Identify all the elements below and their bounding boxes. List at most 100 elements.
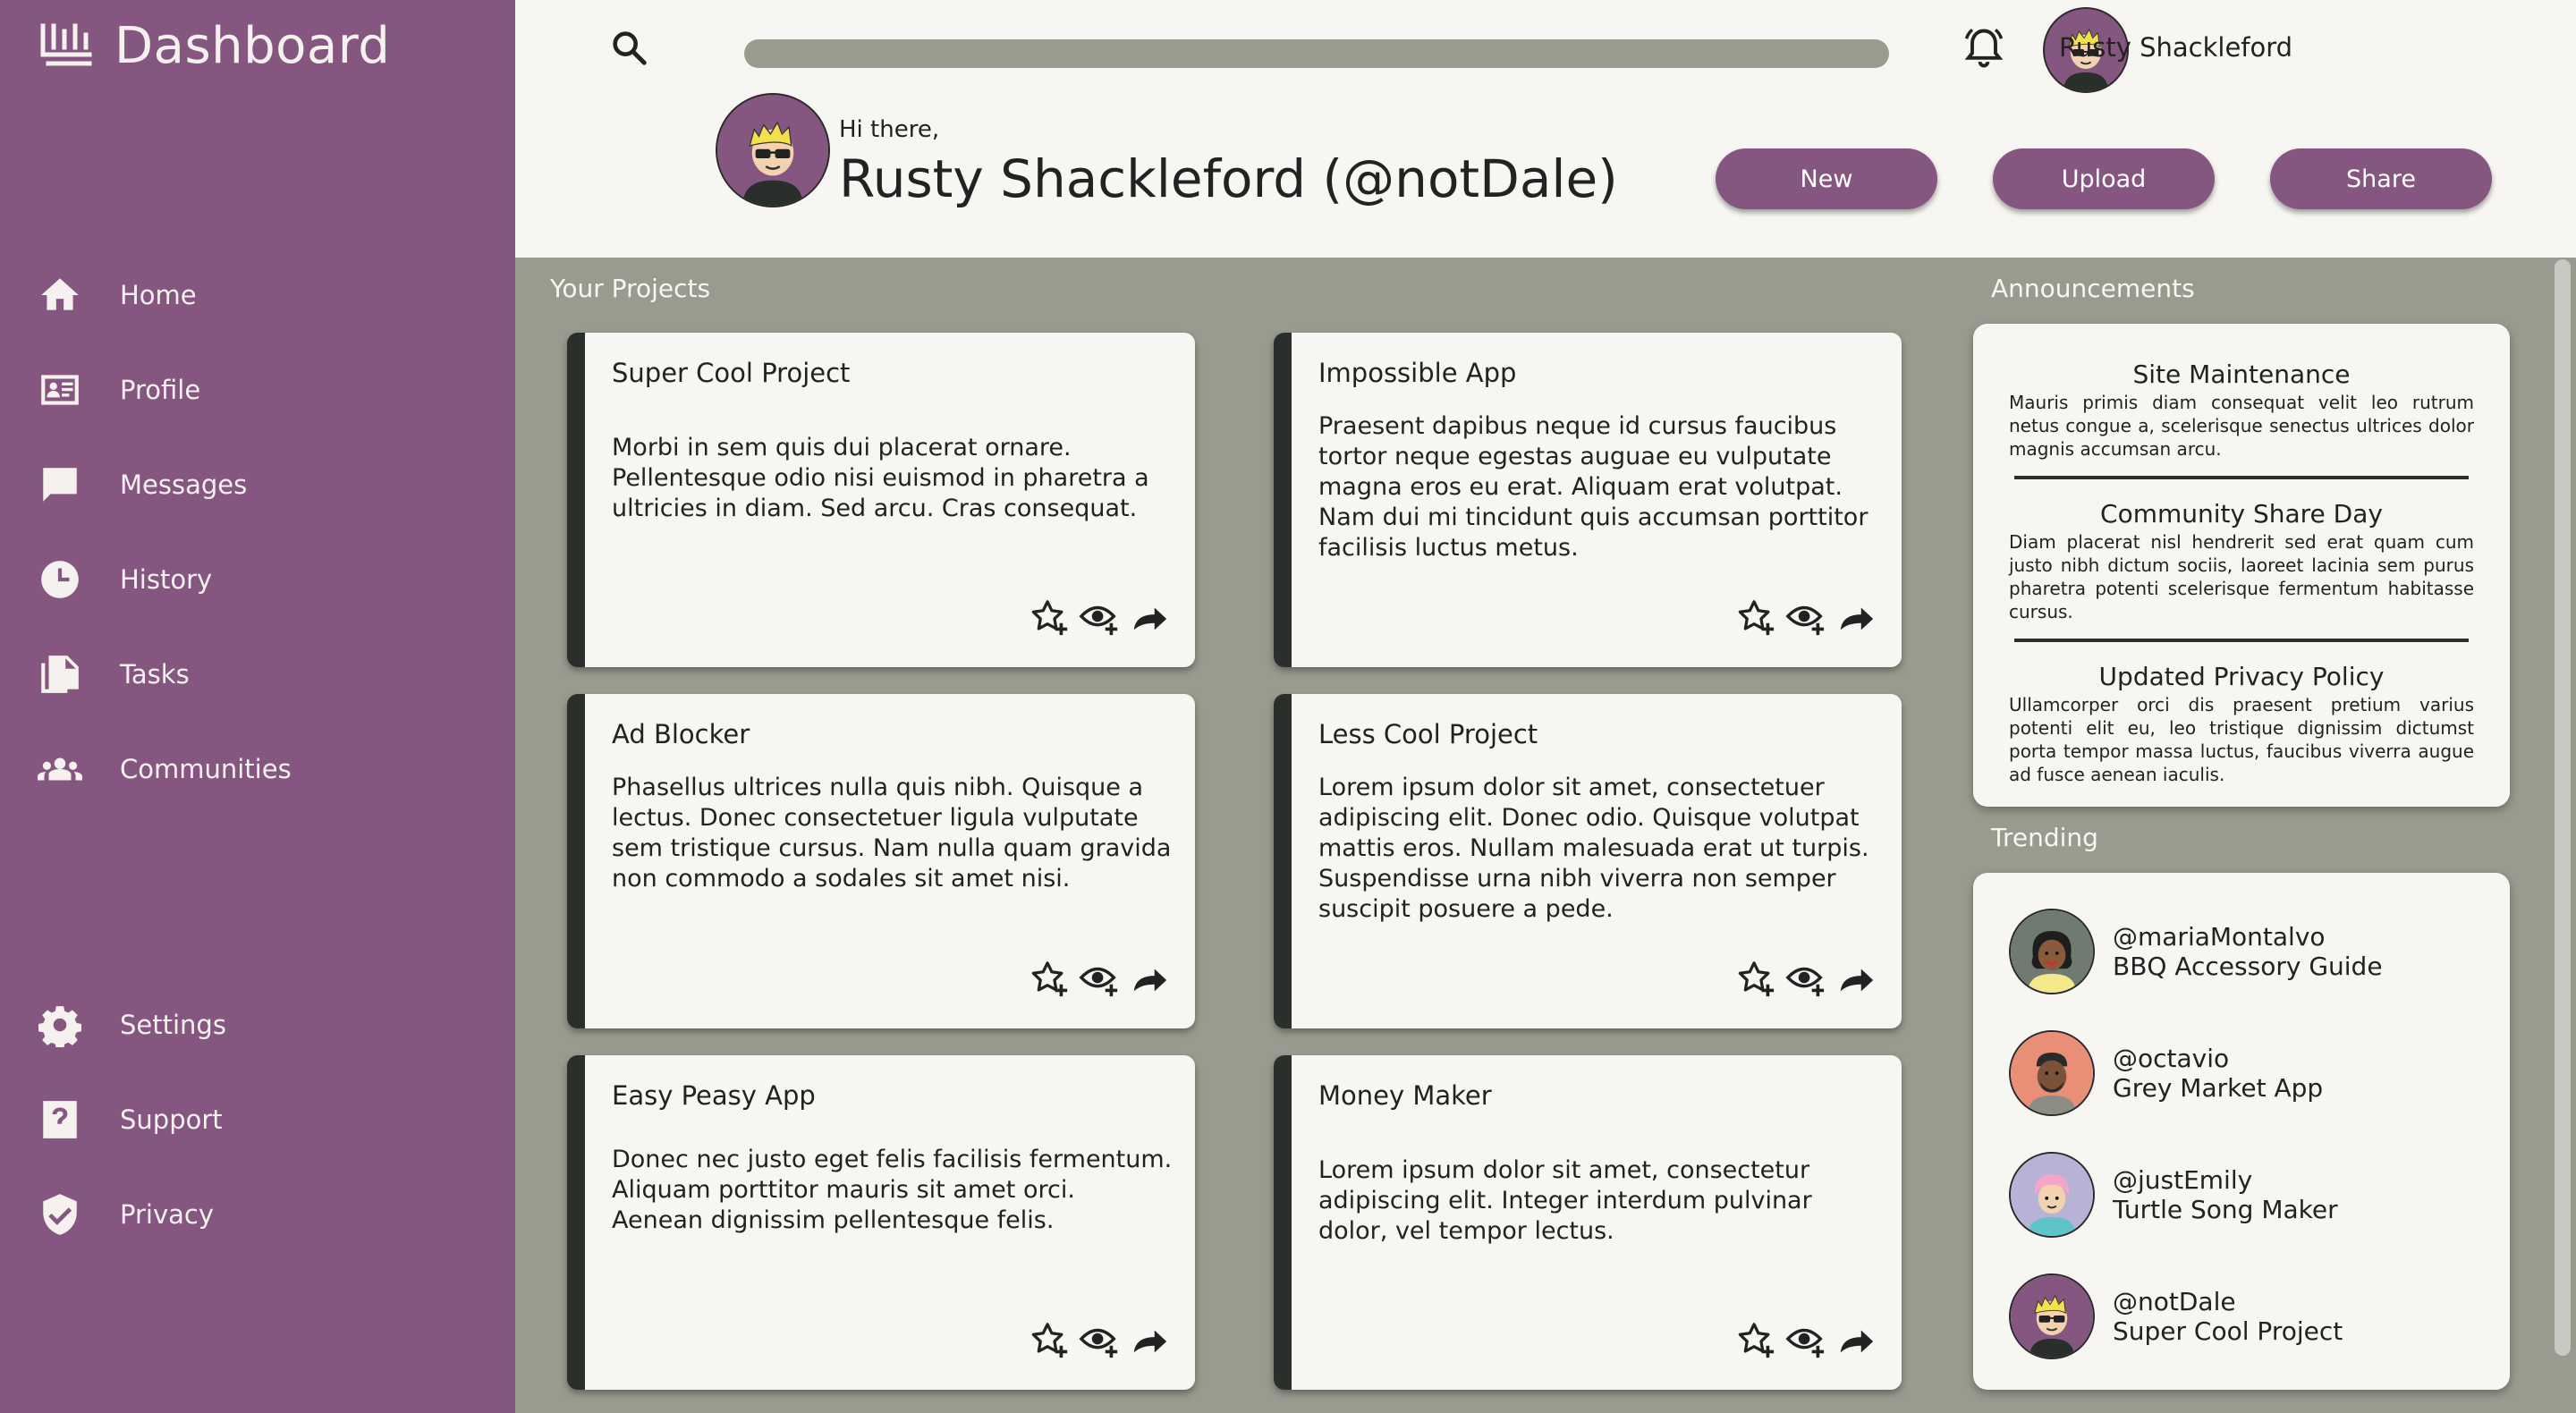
- greeting-text: Hi there,: [839, 116, 940, 143]
- project-card[interactable]: Money Maker Lorem ipsum dolor sit amet, …: [1274, 1055, 1902, 1390]
- sidebar-item-label: Support: [120, 1104, 223, 1135]
- sidebar-item-communities[interactable]: Communities: [38, 742, 292, 796]
- watch-add-icon[interactable]: [1785, 1320, 1826, 1361]
- share-arrow-icon[interactable]: [1835, 1320, 1877, 1361]
- user-avatar-icon: [2011, 1032, 2093, 1114]
- new-button[interactable]: New: [1716, 148, 1937, 209]
- announcements-panel: Site Maintenance Mauris primis diam cons…: [1973, 324, 2510, 807]
- project-title: Less Cool Project: [1318, 719, 1538, 749]
- announcement-body: Mauris primis diam consequat velit leo r…: [2009, 392, 2474, 460]
- project-title: Easy Peasy App: [612, 1080, 816, 1111]
- dashboard-logo-icon: [40, 23, 92, 66]
- card-actions: [1029, 959, 1170, 1000]
- divider: [2014, 476, 2469, 479]
- gear-icon: [38, 1006, 81, 1047]
- project-card[interactable]: Super Cool Project Morbi in sem quis dui…: [567, 333, 1195, 667]
- share-arrow-icon[interactable]: [1129, 597, 1170, 639]
- message-icon: [43, 468, 77, 502]
- trending-item[interactable]: @mariaMontalvo BBQ Accessory Guide: [2009, 909, 2383, 994]
- sidebar-item-messages[interactable]: Messages: [38, 458, 247, 512]
- avatar: [2009, 909, 2095, 994]
- trending-handle: @octavio: [2113, 1044, 2230, 1073]
- star-add-icon[interactable]: [1029, 959, 1070, 1000]
- sidebar-item-label: Messages: [120, 470, 248, 500]
- card-actions: [1029, 1320, 1170, 1361]
- trending-handle: @notDale: [2113, 1287, 2236, 1316]
- sidebar-item-profile[interactable]: Profile: [38, 363, 200, 417]
- sidebar: Dashboard Home Profile Messages History …: [0, 0, 515, 1413]
- announcement-body: Diam placerat nisl hendrerit sed erat qu…: [2009, 531, 2474, 622]
- project-description: Phasellus ultrices nulla quis nibh. Quis…: [612, 774, 1172, 893]
- upload-button[interactable]: Upload: [1993, 148, 2215, 209]
- search-icon[interactable]: [608, 27, 649, 68]
- trending-project: Grey Market App: [2113, 1073, 2324, 1103]
- project-card[interactable]: Easy Peasy App Donec nec justo eget feli…: [567, 1055, 1195, 1390]
- scrollbar[interactable]: [2555, 259, 2571, 1356]
- watch-add-icon[interactable]: [1079, 597, 1120, 639]
- sidebar-item-label: Settings: [120, 1010, 226, 1040]
- announcement-title: Site Maintenance: [2132, 360, 2351, 389]
- search-input[interactable]: [744, 39, 1889, 68]
- user-avatar-icon: [717, 95, 828, 206]
- trending-project: Turtle Song Maker: [2113, 1195, 2338, 1224]
- trending-item[interactable]: @justEmily Turtle Song Maker: [2009, 1152, 2338, 1238]
- avatar: [2009, 1273, 2095, 1359]
- card-actions: [1735, 959, 1877, 1000]
- announcement-item[interactable]: Site Maintenance Mauris primis diam cons…: [2009, 360, 2474, 461]
- star-add-icon[interactable]: [1029, 1320, 1070, 1361]
- home-icon: [41, 278, 79, 310]
- profile-card-icon: [41, 375, 79, 405]
- card-actions: [1029, 597, 1170, 639]
- user-avatar-icon: [2011, 1275, 2093, 1358]
- profile-avatar: [716, 93, 830, 207]
- user-avatar-icon: [2011, 1154, 2093, 1236]
- watch-add-icon[interactable]: [1785, 959, 1826, 1000]
- announcement-item[interactable]: Updated Privacy Policy Ullamcorper orci …: [2009, 662, 2474, 786]
- share-arrow-icon[interactable]: [1129, 959, 1170, 1000]
- announcement-title: Community Share Day: [2100, 499, 2383, 529]
- sidebar-item-privacy[interactable]: Privacy: [38, 1188, 214, 1241]
- trending-section-title: Trending: [1991, 823, 2098, 852]
- bell-icon[interactable]: [1961, 25, 2007, 72]
- project-description: Praesent dapibus neque id cursus faucibu…: [1318, 412, 1868, 562]
- trending-handle: @mariaMontalvo: [2113, 922, 2326, 952]
- sidebar-item-settings[interactable]: Settings: [38, 998, 226, 1052]
- card-actions: [1735, 597, 1877, 639]
- share-arrow-icon[interactable]: [1129, 1320, 1170, 1361]
- project-title: Ad Blocker: [612, 719, 750, 749]
- trending-project: BBQ Accessory Guide: [2113, 952, 2383, 981]
- project-card[interactable]: Less Cool Project Lorem ipsum dolor sit …: [1274, 694, 1902, 1028]
- project-card[interactable]: Ad Blocker Phasellus ultrices nulla quis…: [567, 694, 1195, 1028]
- project-description: Donec nec justo eget felis facilisis fer…: [612, 1146, 1173, 1234]
- share-arrow-icon[interactable]: [1835, 597, 1877, 639]
- help-icon: [43, 1101, 77, 1138]
- brand[interactable]: Dashboard: [39, 13, 390, 79]
- header-user-name: Rusty Shackleford: [2059, 32, 2293, 63]
- share-button[interactable]: Share: [2270, 148, 2492, 209]
- shield-check-icon: [43, 1194, 77, 1235]
- sidebar-item-label: History: [120, 564, 213, 595]
- header: Rusty Shackleford Hi there, Rusty Shackl…: [515, 0, 2576, 258]
- sidebar-item-support[interactable]: Support: [38, 1093, 223, 1146]
- watch-add-icon[interactable]: [1079, 959, 1120, 1000]
- share-arrow-icon[interactable]: [1835, 959, 1877, 1000]
- watch-add-icon[interactable]: [1785, 597, 1826, 639]
- greeting-name: Rusty Shackleford (@notDale): [839, 148, 1618, 209]
- star-add-icon[interactable]: [1735, 1320, 1776, 1361]
- star-add-icon[interactable]: [1735, 959, 1776, 1000]
- sidebar-item-home[interactable]: Home: [38, 268, 197, 322]
- app-title: Dashboard: [114, 16, 391, 75]
- trending-item[interactable]: @notDale Super Cool Project: [2009, 1273, 2343, 1359]
- watch-add-icon[interactable]: [1079, 1320, 1120, 1361]
- project-title: Money Maker: [1318, 1080, 1492, 1111]
- avatar: [2009, 1152, 2095, 1238]
- project-card[interactable]: Impossible App Praesent dapibus neque id…: [1274, 333, 1902, 667]
- announcement-title: Updated Privacy Policy: [2098, 662, 2385, 691]
- star-add-icon[interactable]: [1029, 597, 1070, 639]
- sidebar-item-history[interactable]: History: [38, 553, 212, 606]
- announcement-item[interactable]: Community Share Day Diam placerat nisl h…: [2009, 499, 2474, 623]
- star-add-icon[interactable]: [1735, 597, 1776, 639]
- sidebar-item-tasks[interactable]: Tasks: [38, 647, 190, 701]
- trending-item[interactable]: @octavio Grey Market App: [2009, 1030, 2323, 1116]
- sidebar-item-label: Communities: [120, 754, 292, 784]
